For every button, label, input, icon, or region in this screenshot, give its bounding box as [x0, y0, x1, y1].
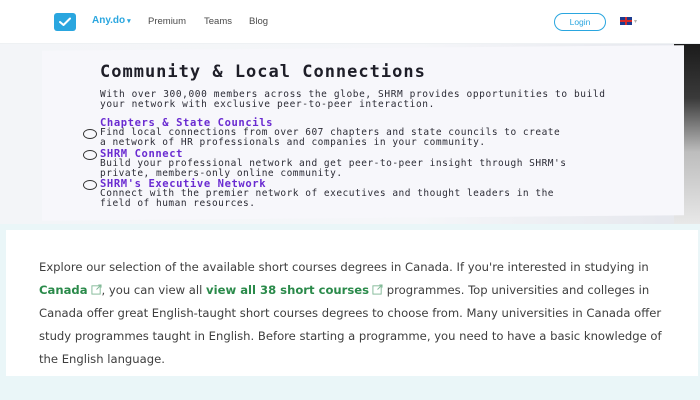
article-text: , you can view all	[101, 283, 207, 297]
chevron-down-icon: ▾	[634, 18, 638, 25]
language-selector[interactable]: ▾	[620, 17, 637, 25]
check-circle-icon	[83, 180, 97, 190]
nav-link-blog[interactable]: Blog	[249, 16, 268, 27]
uk-flag-icon	[620, 17, 632, 25]
article-panel: Explore our selection of the available s…	[6, 230, 698, 376]
brand-menu[interactable]: Any.do ▾	[92, 15, 131, 26]
external-link-icon	[91, 284, 102, 295]
chevron-down-icon: ▾	[127, 17, 131, 25]
article-text: Explore our selection of the available s…	[39, 260, 649, 274]
view-all-courses-link[interactable]: view all 38 short courses	[206, 283, 383, 297]
view-all-courses-label: view all 38 short courses	[206, 283, 370, 297]
canada-link[interactable]: Canada	[39, 283, 102, 297]
nav-link-teams[interactable]: Teams	[204, 16, 232, 27]
hero-item-desc: Build your professional network and get …	[100, 158, 567, 179]
brand-label: Any.do	[92, 15, 126, 26]
canada-link-label: Canada	[39, 283, 88, 297]
login-button[interactable]: Login	[554, 13, 606, 31]
external-link-icon	[372, 284, 383, 295]
hero-title: Community & Local Connections	[100, 62, 426, 82]
article-paragraph: Explore our selection of the available s…	[39, 256, 679, 371]
check-circle-icon	[83, 129, 97, 139]
check-circle-icon	[83, 150, 97, 160]
top-navbar: Any.do ▾ Premium Teams Blog Login ▾	[0, 0, 700, 44]
hero-image: Community & Local Connections With over …	[0, 44, 700, 224]
nav-link-premium[interactable]: Premium	[148, 16, 186, 27]
hero-intro: With over 300,000 members across the glo…	[100, 89, 606, 110]
anydo-logo-icon[interactable]	[54, 13, 76, 31]
hero-item-desc: Connect with the premier network of exec…	[100, 188, 555, 209]
hero-item-desc: Find local connections from over 607 cha…	[100, 127, 561, 148]
